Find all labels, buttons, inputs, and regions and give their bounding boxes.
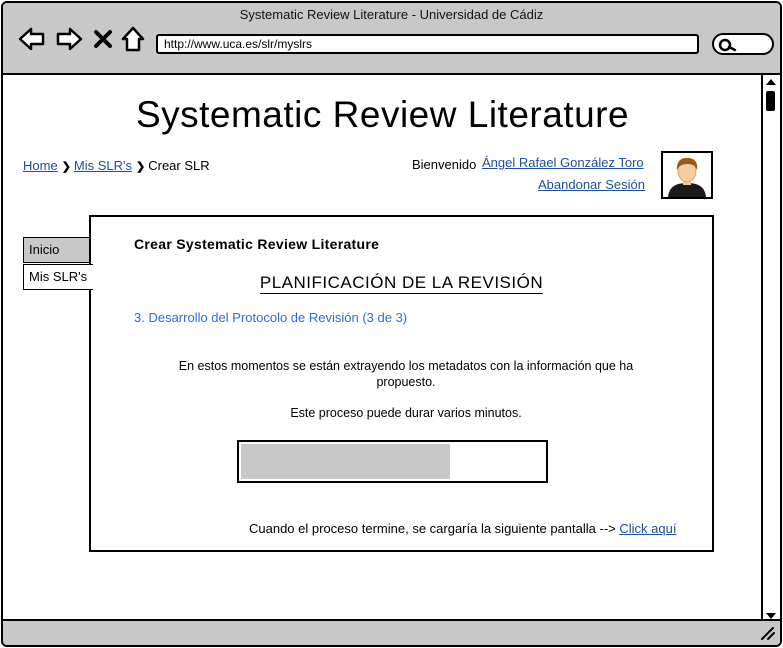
url-bar[interactable]: http://www.uca.es/slr/myslrs [156,34,699,54]
finish-note: Cuando el proceso termine, se cargaría l… [249,521,676,536]
user-name-link[interactable]: Ángel Rafael González Toro [482,155,644,170]
tab-mis-slrs[interactable]: Mis SLR's [23,264,93,290]
page-title: Systematic Review Literature [135,94,630,135]
logout-link[interactable]: Abandonar Sesión [538,177,645,192]
extraction-message: En estos momentos se están extrayendo lo… [178,359,634,389]
finish-text: Cuando el proceso termine, se cargaría l… [249,521,616,536]
resize-grip-icon[interactable] [760,626,776,640]
progress-bar [237,440,548,483]
forward-arrow-icon[interactable] [54,25,84,53]
chevron-right-icon: ❯ [61,161,71,173]
back-arrow-icon[interactable] [17,25,47,53]
magnifier-icon [718,38,737,52]
chevron-right-icon: ❯ [136,161,146,173]
welcome-label: Bienvenido [412,157,477,172]
browser-titlebar: Systematic Review Literature - Universid… [3,3,780,75]
status-bar [3,619,780,645]
section-title: PLANIFICACIÓN DE LA REVISIÓN [91,273,712,294]
duration-message: Este proceso puede durar varios minutos. [290,406,522,420]
breadcrumb-current: Crear SLR [148,158,210,173]
home-icon[interactable] [120,25,150,53]
avatar[interactable] [661,151,713,199]
section-title-text: PLANIFICACIÓN DE LA REVISIÓN [259,273,544,294]
content-panel: Crear Systematic Review Literature PLANI… [89,215,714,552]
breadcrumb-myslrs-link[interactable]: Mis SLR's [74,158,132,173]
breadcrumb: Home ❯ Mis SLR's ❯ Crear SLR [23,158,210,173]
window-title: Systematic Review Literature - Universid… [239,7,544,22]
close-x-icon[interactable] [91,25,115,53]
browser-search-box[interactable] [712,33,774,55]
vertical-scrollbar[interactable] [761,75,779,623]
user-avatar-icon [668,157,706,197]
tab-inicio[interactable]: Inicio [23,237,93,263]
breadcrumb-home-link[interactable]: Home [23,158,58,173]
click-here-link[interactable]: Click aquí [619,521,676,536]
progress-fill [241,444,450,479]
panel-title: Crear Systematic Review Literature [134,236,380,252]
step-indicator: 3. Desarrollo del Protocolo de Revisión … [134,310,408,325]
